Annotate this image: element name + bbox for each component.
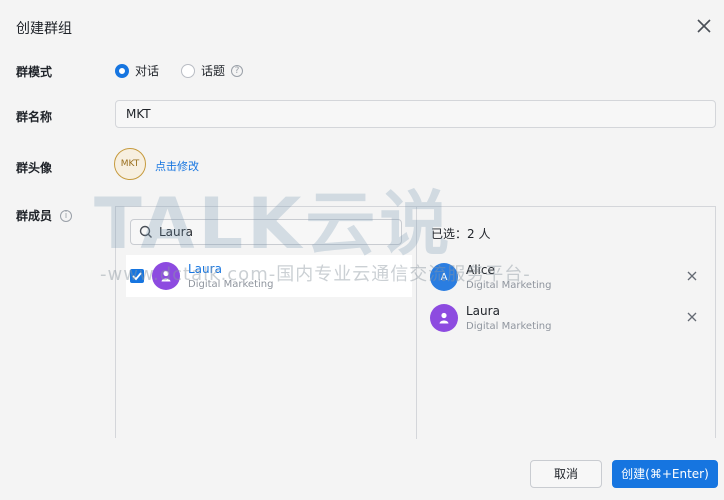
create-button[interactable]: 创建(⌘+Enter) [612,460,718,488]
members-label-row: 群成员 i [16,207,73,224]
remove-icon[interactable] [687,271,697,281]
selected-name: Alice [466,263,495,277]
search-icon [139,225,152,238]
checkbox-checked-icon[interactable] [130,269,144,283]
mode-option-topic-label: 话题 [201,64,226,78]
user-avatar-initial: A [430,263,458,291]
result-name: Laura [188,262,222,276]
selected-name: Laura [466,304,500,318]
group-avatar[interactable]: MKT [114,148,146,180]
search-value: Laura [159,225,193,239]
selected-dept: Digital Marketing [466,321,552,332]
selected-member-row: Laura Digital Marketing [430,300,715,336]
close-icon[interactable] [694,16,714,36]
cancel-button[interactable]: 取消 [530,460,602,488]
radio-selected-icon [115,63,129,78]
selected-count: 已选：2 人 [431,227,491,241]
create-group-dialog: 创建群组 群模式 对话 话题 ? 群名称 MKT 群头像 MKT 点击修改 群成… [0,0,724,500]
radio-unselected-icon [181,63,195,78]
remove-icon[interactable] [687,312,697,322]
member-picker: Laura Laura Digital Marketing 已选：2 人 A A… [115,206,716,439]
mode-option-topic[interactable]: 话题 ? [181,62,244,79]
group-name-input[interactable]: MKT [115,100,716,128]
mode-label: 群模式 [16,65,53,79]
user-avatar-icon [152,262,180,290]
selected-member-row: A Alice Digital Marketing [430,259,715,295]
result-dept: Digital Marketing [188,279,274,290]
members-label: 群成员 [16,209,53,223]
member-search-input[interactable]: Laura [130,219,402,245]
user-avatar-icon [430,304,458,332]
mode-option-chat[interactable]: 对话 [115,62,159,79]
info-icon[interactable]: i [60,209,73,222]
mode-option-chat-label: 对话 [135,64,160,78]
group-name-label: 群名称 [16,110,53,124]
search-result-row[interactable]: Laura Digital Marketing [126,255,412,297]
dialog-title: 创建群组 [16,21,72,37]
picker-divider [416,207,417,439]
selected-dept: Digital Marketing [466,280,552,291]
group-avatar-label: 群头像 [16,161,53,175]
change-avatar-link[interactable]: 点击修改 [155,158,199,174]
help-icon[interactable]: ? [231,64,244,77]
